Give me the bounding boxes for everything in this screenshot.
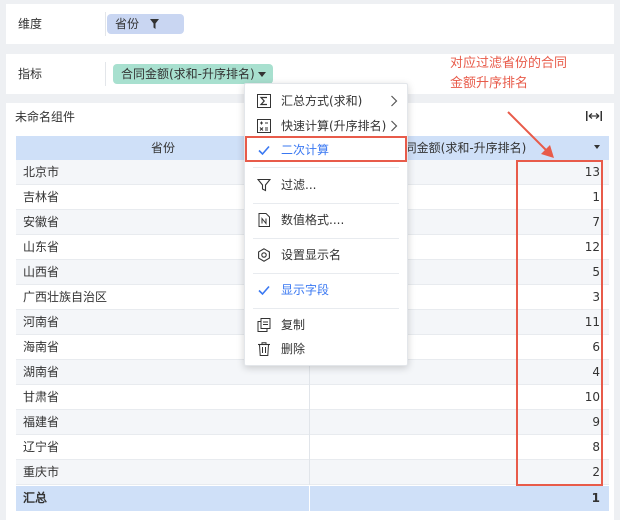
sigma-icon [257,94,271,108]
menu-item-filter[interactable]: 过滤... [245,173,407,197]
bar-divider [105,62,106,86]
indicator-chip-amount[interactable]: 合同金额(求和-升序排名) [113,64,273,84]
menu-item-show-field[interactable]: 显示字段 [245,278,407,302]
menu-item-label: 数值格式.... [281,213,345,227]
menu-item-label: 过滤... [281,178,317,192]
dimension-bar: 维度 [6,4,614,44]
menu-item-copy[interactable]: 复制 [245,313,407,337]
cell-province: 辽宁省 [23,440,60,454]
highlight-box-menu [245,136,407,162]
menu-item-display-name[interactable]: 设置显示名 [245,243,407,267]
copy-icon [257,318,271,332]
menu-item-label: 删除 [281,342,306,356]
context-menu: 汇总方式(求和) 快速计算(升序排名) 二次计算 过滤... 数值格式.... [244,83,408,366]
bar-divider [105,12,106,36]
menu-item-label: 设置显示名 [281,248,342,262]
dimension-chip-province[interactable]: 省份 [107,14,184,34]
menu-divider [253,203,399,204]
menu-divider [253,273,399,274]
menu-divider [253,238,399,239]
menu-item-aggregation[interactable]: 汇总方式(求和) [245,89,407,113]
dimension-chip-label: 省份 [115,17,140,31]
indicator-chip-label: 合同金额(求和-升序排名) [121,67,255,81]
menu-divider [253,308,399,309]
dimension-label: 维度 [18,17,43,31]
table-total-row: 汇总 1 [16,486,609,511]
number-format-icon [258,213,270,227]
annotation-text: 对应过滤省份的合同金额升序排名 [450,56,568,91]
quick-calc-icon [257,119,271,133]
menu-item-delete[interactable]: 删除 [245,337,407,361]
funnel-icon [257,178,271,192]
cell-total-label: 汇总 [23,491,48,505]
component-title: 未命名组件 [15,110,76,124]
highlight-box-column [516,160,603,486]
caret-down-icon[interactable] [258,72,266,77]
menu-item-quick-calc[interactable]: 快速计算(升序排名) [245,114,407,138]
cell-total-value: 1 [591,491,600,505]
chevron-right-icon [391,95,398,107]
menu-item-label: 复制 [281,318,306,332]
menu-item-label: 汇总方式(求和) [281,94,363,108]
gear-icon [258,248,270,262]
menu-item-label: 快速计算(升序排名) [281,119,387,133]
cell-province: 重庆市 [23,465,60,479]
indicator-label: 指标 [18,67,43,81]
cell-province: 福建省 [23,415,60,429]
menu-item-label: 显示字段 [281,283,330,297]
sort-caret-icon[interactable] [594,145,600,149]
trash-icon [258,342,270,356]
filter-icon[interactable] [150,19,159,29]
cell-province: 甘肃省 [23,390,60,404]
expand-width-icon[interactable] [586,111,602,121]
check-icon [258,285,270,296]
menu-item-number-format[interactable]: 数值格式.... [245,208,407,232]
menu-divider [253,167,399,168]
chevron-right-icon [391,120,398,132]
